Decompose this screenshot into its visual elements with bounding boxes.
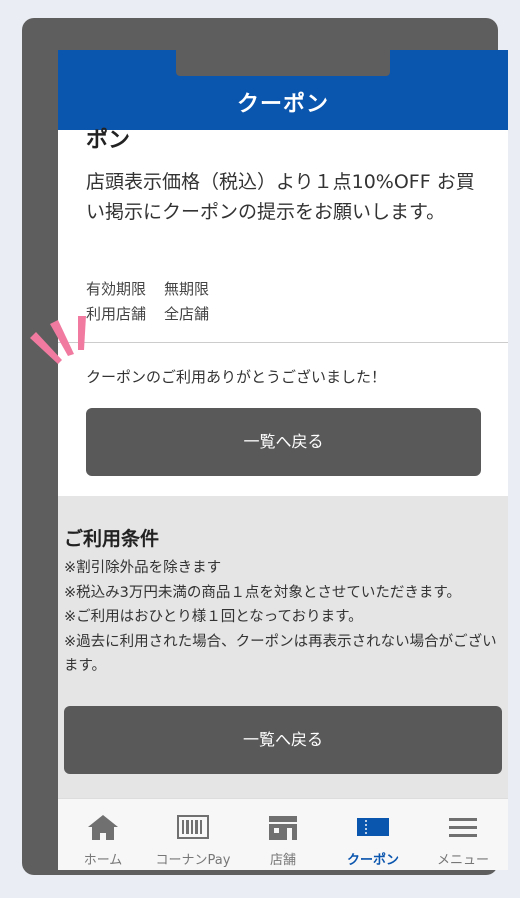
- coupon-title-fragment: ポン: [86, 128, 131, 153]
- page-title: クーポン: [236, 92, 329, 117]
- screen: クーポン ポン 店頭表示価格（税込）より１点10%OFF お買い掲示にクーポンの…: [58, 50, 508, 870]
- condition-item: ※ご利用はおひとり様１回となっております。: [64, 609, 363, 625]
- coupon-icon: [357, 818, 389, 836]
- tab-store[interactable]: 店舗: [238, 799, 328, 870]
- tab-label: コーナンPay: [155, 853, 231, 868]
- condition-item: ※割引除外品を除きます: [64, 560, 222, 576]
- barcode-icon: [177, 815, 209, 839]
- tab-label: クーポン: [346, 853, 399, 868]
- conditions-list: ※割引除外品を除きます ※税込み3万円未満の商品１点を対象とさせていただきます。…: [64, 556, 504, 679]
- store-icon: [269, 816, 297, 840]
- tab-menu[interactable]: メニュー: [418, 799, 508, 870]
- tab-home[interactable]: ホーム: [58, 799, 148, 870]
- condition-item: ※税込み3万円未満の商品１点を対象とさせていただきます。: [64, 584, 461, 601]
- emphasis-marks-icon: [30, 316, 86, 364]
- home-icon: [88, 815, 118, 840]
- tab-label: 店舗: [269, 853, 296, 868]
- divider: [58, 342, 508, 343]
- stores-value: 全店舗: [164, 305, 210, 323]
- validity-value: 無期限: [164, 280, 210, 298]
- coupon-description: 店頭表示価格（税込）より１点10%OFF お買い掲示にクーポンの提示をお願いしま…: [86, 171, 475, 223]
- tab-label: ホーム: [83, 853, 123, 868]
- menu-icon: [449, 818, 477, 837]
- tab-coupon[interactable]: クーポン: [328, 799, 418, 870]
- tab-label: メニュー: [436, 853, 489, 868]
- coupon-card: ポン 店頭表示価格（税込）より１点10%OFF お買い掲示にクーポンの提示をお願…: [58, 128, 508, 496]
- tab-konan-pay[interactable]: コーナンPay: [148, 799, 238, 870]
- back-to-list-button[interactable]: 一覧へ戻る: [86, 408, 481, 476]
- condition-item: ※過去に利用された場合、クーポンは再表示されない場合がございます。: [64, 633, 497, 675]
- thanks-message: クーポンのご利用ありがとうございました！: [86, 368, 387, 386]
- tab-bar: ホーム コーナンPay 店舗 クーポン メニュー: [58, 798, 508, 870]
- validity-label: 有効期限: [86, 280, 147, 298]
- validity-row: 有効期限 無期限: [86, 278, 209, 299]
- conditions-back-button[interactable]: 一覧へ戻る: [64, 706, 502, 774]
- conditions-title: ご利用条件: [64, 528, 160, 550]
- device-notch: [176, 50, 390, 76]
- phone-frame: クーポン ポン 店頭表示価格（税込）より１点10%OFF お買い掲示にクーポンの…: [22, 18, 508, 875]
